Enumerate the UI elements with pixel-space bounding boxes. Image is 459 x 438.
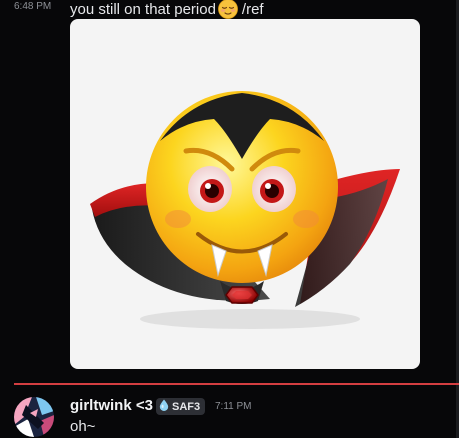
server-tag-badge[interactable]: SAF3 [156,398,206,415]
message-author[interactable]: girltwink <3 [70,397,153,414]
relieved-face-emoji-icon[interactable] [218,0,238,19]
avatar[interactable] [14,397,54,437]
message-text: oh~ [70,418,96,435]
message-timestamp: 7:11 PM [215,401,252,412]
droplet-icon [159,399,169,414]
message-content: you still on that period /ref [70,0,264,19]
new-messages-divider [14,383,459,385]
message-text: /ref [241,0,264,18]
vampire-emoji-image[interactable] [70,19,420,369]
server-tag-label: SAF3 [172,400,201,413]
message-row: 6:48 PM you still on that period /ref [0,0,455,20]
message-text: you still on that period [70,0,216,18]
message-timestamp: 6:48 PM [14,1,52,12]
